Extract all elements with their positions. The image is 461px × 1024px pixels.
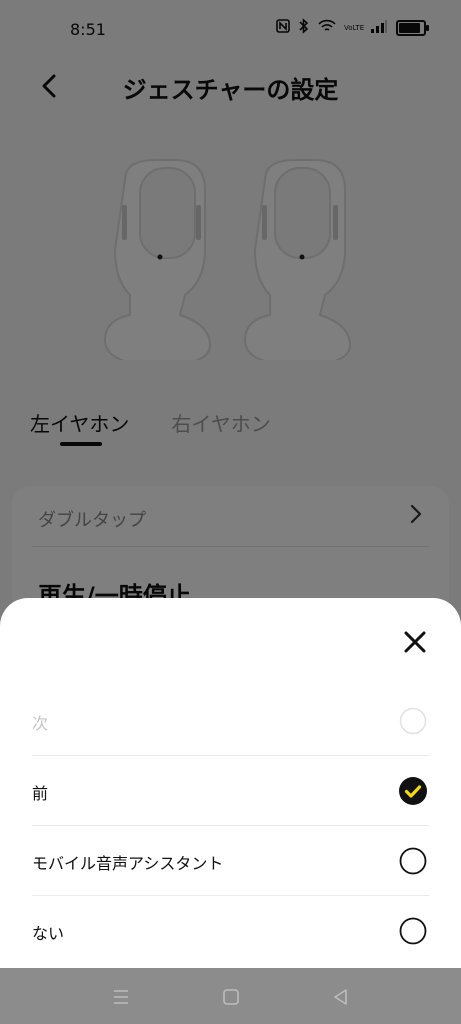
option-none[interactable]: ない <box>0 896 461 966</box>
close-button[interactable] <box>401 628 429 656</box>
option-label: モバイル音声アシスタント <box>32 854 224 873</box>
action-bottom-sheet: 次 前 モバイル音声アシスタント ない <box>0 598 461 968</box>
radio-unchecked-icon[interactable] <box>399 847 427 875</box>
option-label: 前 <box>32 784 49 803</box>
close-icon <box>404 631 426 653</box>
option-voice-assistant[interactable]: モバイル音声アシスタント <box>0 826 461 896</box>
radio-unchecked-icon[interactable] <box>399 917 427 945</box>
radio-disabled-icon <box>399 707 427 735</box>
option-list: 次 前 モバイル音声アシスタント ない <box>0 686 461 966</box>
home-icon[interactable] <box>220 986 242 1008</box>
option-next: 次 <box>0 686 461 756</box>
option-previous[interactable]: 前 <box>0 756 461 826</box>
menu-icon[interactable] <box>110 986 132 1008</box>
option-label: ない <box>32 924 65 943</box>
back-icon[interactable] <box>330 986 352 1008</box>
radio-checked-icon[interactable] <box>399 777 427 805</box>
option-label: 次 <box>32 714 49 733</box>
system-nav-bar <box>0 968 461 1024</box>
